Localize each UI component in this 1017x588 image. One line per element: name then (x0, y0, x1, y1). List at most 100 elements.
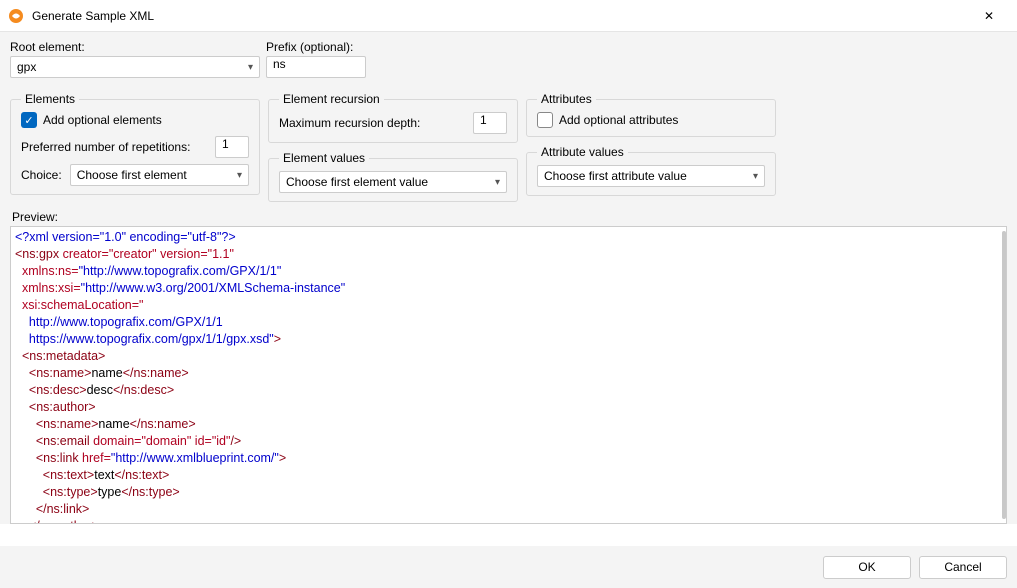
choice-row: Choice: Choose first element ▾ (21, 164, 249, 186)
titlebar: Generate Sample XML ✕ (0, 0, 1017, 32)
add-optional-attributes-checkbox[interactable] (537, 112, 553, 128)
xml-line: desc (87, 383, 113, 397)
root-element-combo[interactable]: gpx ▾ (10, 56, 260, 78)
app-icon (8, 8, 24, 24)
xml-line: https://www.topografix.com/gpx/1/1/gpx.x… (15, 332, 274, 346)
xml-line: <ns:name> (15, 417, 98, 431)
xml-line: <?xml version="1.0" encoding="utf-8"?> (15, 230, 236, 244)
element-values-value: Choose first element value (286, 175, 428, 189)
groups-row: Elements ✓ Add optional elements Preferr… (10, 92, 1007, 202)
xml-line: type (98, 485, 122, 499)
repetitions-value: 1 (222, 137, 229, 151)
chevron-down-icon: ▾ (248, 62, 253, 73)
choice-value: Choose first element (77, 168, 187, 182)
preview-textarea[interactable]: <?xml version="1.0" encoding="utf-8"?> <… (10, 226, 1007, 524)
xml-line: <ns:desc> (15, 383, 87, 397)
add-optional-elements-row: ✓ Add optional elements (21, 112, 249, 128)
add-optional-elements-label: Add optional elements (43, 113, 162, 127)
recursion-depth-input[interactable]: 1 (473, 112, 507, 134)
root-element-field: Root element: gpx ▾ (10, 40, 260, 78)
preview-scrollbar[interactable] (1002, 231, 1006, 519)
xml-line: <ns:name> (15, 366, 91, 380)
xml-line: </ns:type> (121, 485, 179, 499)
dialog-footer: OK Cancel (0, 546, 1017, 588)
xml-line: creator="creator" version="1.1" (63, 247, 234, 261)
attribute-values-value: Choose first attribute value (544, 169, 687, 183)
elements-group: Elements ✓ Add optional elements Preferr… (10, 92, 260, 195)
element-values-combo[interactable]: Choose first element value ▾ (279, 171, 507, 193)
attributes-group: Attributes Add optional attributes (526, 92, 776, 137)
xml-line: <ns:type> (15, 485, 98, 499)
xml-line: > (274, 332, 281, 346)
xml-line: <ns:metadata> (15, 349, 105, 363)
dialog-body: Root element: gpx ▾ Prefix (optional): n… (0, 32, 1017, 524)
choice-combo[interactable]: Choose first element ▾ (70, 164, 249, 186)
xml-line: <ns:email (15, 434, 93, 448)
checkmark-icon: ✓ (24, 114, 33, 127)
add-optional-attributes-label: Add optional attributes (559, 113, 678, 127)
xml-line: href= (82, 451, 111, 465)
elements-legend: Elements (21, 92, 79, 106)
repetitions-input[interactable]: 1 (215, 136, 249, 158)
xml-line: </ns:link> (15, 502, 89, 516)
xml-line: xmlns:xsi= (15, 281, 81, 295)
recursion-depth-label: Maximum recursion depth: (279, 116, 420, 130)
repetitions-label: Preferred number of repetitions: (21, 140, 190, 154)
element-values-group: Element values Choose first element valu… (268, 151, 518, 202)
prefix-field: Prefix (optional): ns (266, 40, 366, 78)
close-icon: ✕ (984, 9, 994, 23)
repetitions-row: Preferred number of repetitions: 1 (21, 136, 249, 158)
choice-label: Choice: (21, 168, 62, 182)
xml-line: domain="domain" id="id" (93, 434, 230, 448)
prefix-input[interactable]: ns (266, 56, 366, 78)
xml-line: > (279, 451, 286, 465)
chevron-down-icon: ▾ (495, 177, 500, 188)
xml-line: http://www.topografix.com/GPX/1/1 (15, 315, 223, 329)
xml-line: name (98, 417, 129, 431)
xml-line: name (91, 366, 122, 380)
xml-line: /> (230, 434, 241, 448)
root-element-label: Root element: (10, 40, 260, 54)
xml-line: <ns:link (15, 451, 82, 465)
attribute-values-group: Attribute values Choose first attribute … (526, 145, 776, 196)
chevron-down-icon: ▾ (237, 170, 242, 181)
attributes-legend: Attributes (537, 92, 596, 106)
recursion-legend: Element recursion (279, 92, 384, 106)
xml-line: </ns:name> (130, 417, 196, 431)
xml-line: "http://www.xmlblueprint.com/" (111, 451, 279, 465)
cancel-button-label: Cancel (944, 560, 981, 574)
prefix-value: ns (273, 57, 286, 71)
xml-line: "http://www.topografix.com/GPX/1/1" (79, 264, 282, 278)
xml-line: </ns:desc> (113, 383, 174, 397)
attribute-values-legend: Attribute values (537, 145, 628, 159)
root-element-value: gpx (17, 60, 36, 74)
recursion-depth-value: 1 (480, 113, 487, 127)
chevron-down-icon: ▾ (753, 171, 758, 182)
preview-label: Preview: (12, 210, 1007, 224)
add-optional-elements-checkbox[interactable]: ✓ (21, 112, 37, 128)
xml-line: <ns:gpx (15, 247, 63, 261)
xml-line: <ns:text> (15, 468, 94, 482)
xml-line: text (94, 468, 114, 482)
prefix-label: Prefix (optional): (266, 40, 366, 54)
xml-line: xmlns:ns= (15, 264, 79, 278)
attribute-values-combo[interactable]: Choose first attribute value ▾ (537, 165, 765, 187)
xml-line: "http://www.w3.org/2001/XMLSchema-instan… (81, 281, 346, 295)
xml-line: xsi:schemaLocation=" (15, 298, 143, 312)
window-title: Generate Sample XML (32, 9, 154, 23)
column-3: Attributes Add optional attributes Attri… (526, 92, 776, 196)
cancel-button[interactable]: Cancel (919, 556, 1007, 579)
ok-button-label: OK (858, 560, 875, 574)
column-2: Element recursion Maximum recursion dept… (268, 92, 518, 202)
xml-line: <ns:author> (15, 400, 96, 414)
recursion-group: Element recursion Maximum recursion dept… (268, 92, 518, 143)
xml-line: </ns:name> (123, 366, 189, 380)
xml-line: </ns:author> (15, 519, 99, 524)
element-values-legend: Element values (279, 151, 369, 165)
ok-button[interactable]: OK (823, 556, 911, 579)
top-row: Root element: gpx ▾ Prefix (optional): n… (10, 40, 1007, 78)
close-button[interactable]: ✕ (969, 2, 1009, 30)
xml-line: </ns:text> (114, 468, 169, 482)
recursion-depth-row: Maximum recursion depth: 1 (279, 112, 507, 134)
add-optional-attributes-row: Add optional attributes (537, 112, 765, 128)
